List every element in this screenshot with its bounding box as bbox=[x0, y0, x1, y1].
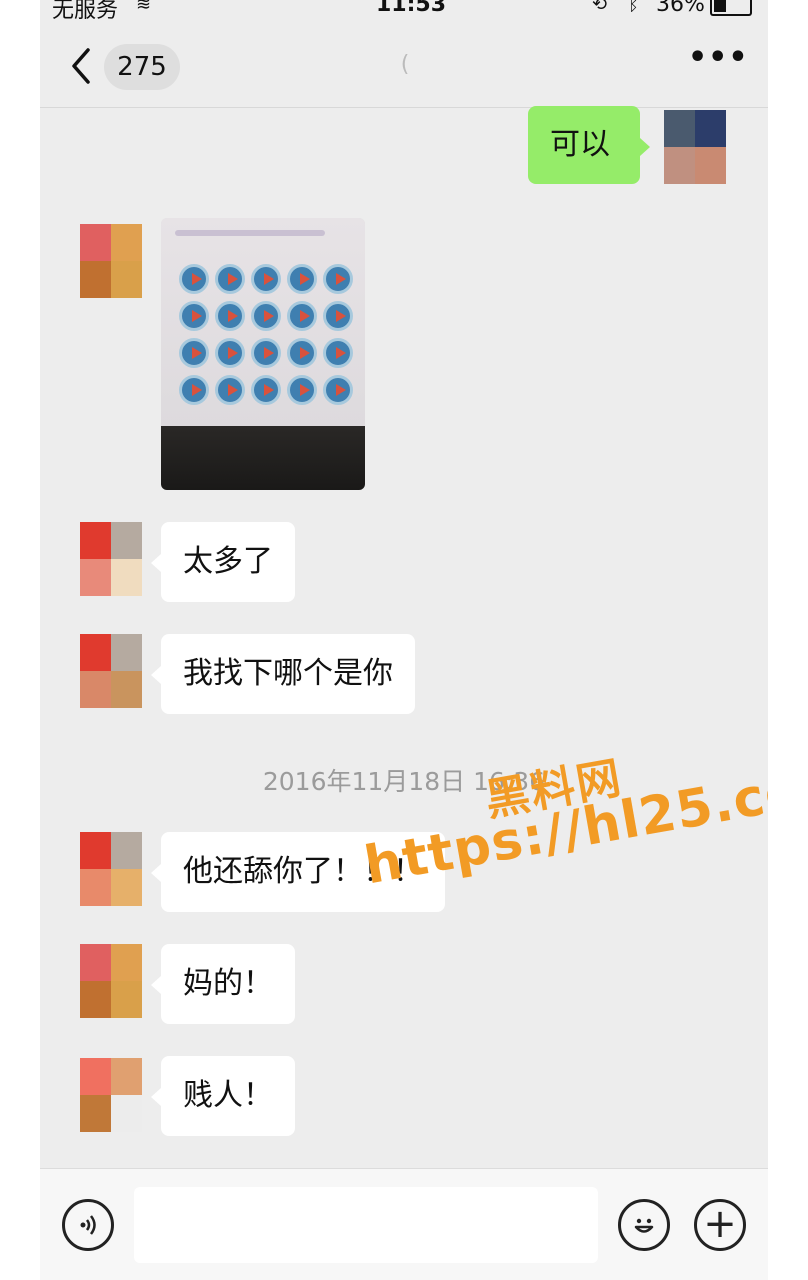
voice-icon bbox=[80, 1215, 96, 1235]
contact-avatar[interactable] bbox=[80, 224, 142, 298]
video-thumbnail-grid bbox=[179, 264, 359, 412]
play-icon bbox=[179, 264, 209, 294]
play-icon bbox=[215, 264, 245, 294]
message-bubble-other[interactable]: 他还舔你了！！！ bbox=[151, 832, 445, 912]
play-icon bbox=[251, 301, 281, 331]
message-bubble-other[interactable]: 妈的！ bbox=[151, 944, 295, 1024]
play-icon bbox=[179, 301, 209, 331]
unread-count-badge[interactable]: 275 bbox=[104, 44, 180, 90]
play-icon bbox=[215, 375, 245, 405]
play-icon bbox=[179, 338, 209, 368]
carrier-label: 无服务 bbox=[52, 0, 119, 23]
rotation-lock-icon: ⟲ bbox=[592, 0, 608, 15]
contact-avatar[interactable] bbox=[80, 944, 142, 1018]
input-bar: + bbox=[40, 1168, 768, 1280]
contact-avatar[interactable] bbox=[80, 1058, 142, 1132]
wifi-icon: ≋ bbox=[136, 0, 152, 15]
contact-avatar[interactable] bbox=[80, 634, 142, 708]
my-avatar[interactable] bbox=[664, 110, 726, 184]
image-toolbar-line bbox=[175, 230, 325, 236]
battery-fill bbox=[714, 0, 726, 12]
play-icon bbox=[215, 301, 245, 331]
bluetooth-icon: ᛒ bbox=[628, 0, 639, 15]
back-button[interactable] bbox=[66, 44, 106, 88]
play-icon bbox=[323, 301, 353, 331]
message-input[interactable] bbox=[134, 1187, 598, 1263]
chevron-left-icon bbox=[72, 48, 90, 84]
contact-avatar[interactable] bbox=[80, 522, 142, 596]
message-timestamp: 2016年11月18日 16:36 bbox=[262, 767, 546, 796]
nav-bar: 275 ( ••• bbox=[40, 22, 768, 108]
status-bar: 无服务 ≋ 11:53 ⟲ ᛒ 36% bbox=[40, 0, 768, 23]
play-icon bbox=[287, 338, 317, 368]
play-icon bbox=[323, 338, 353, 368]
play-icon bbox=[323, 264, 353, 294]
message-bubble-mine[interactable]: 可以 bbox=[528, 106, 650, 184]
message-bubble-other[interactable]: 贱人！ bbox=[151, 1056, 295, 1136]
voice-input-button[interactable] bbox=[62, 1199, 114, 1251]
clock-time: 11:53 bbox=[376, 0, 447, 17]
contact-avatar[interactable] bbox=[80, 832, 142, 906]
chat-title: ( bbox=[400, 52, 410, 77]
play-icon bbox=[323, 375, 353, 405]
chat-screen: 无服务 ≋ 11:53 ⟲ ᛒ 36% 275 ( ••• 可以 太多了 我找下… bbox=[40, 0, 768, 1280]
message-bubble-other[interactable]: 太多了 bbox=[151, 522, 295, 602]
message-bubble-other[interactable]: 我找下哪个是你 bbox=[151, 634, 415, 714]
play-icon bbox=[287, 264, 317, 294]
play-icon bbox=[287, 375, 317, 405]
play-icon bbox=[287, 301, 317, 331]
plus-button[interactable]: + bbox=[694, 1199, 746, 1251]
play-icon bbox=[251, 338, 281, 368]
emoji-icon bbox=[634, 1218, 654, 1233]
emoji-button[interactable] bbox=[618, 1199, 670, 1251]
play-icon bbox=[251, 375, 281, 405]
play-icon bbox=[179, 375, 209, 405]
battery-percent: 36% bbox=[656, 0, 705, 17]
image-message[interactable] bbox=[161, 218, 365, 490]
play-icon bbox=[215, 338, 245, 368]
play-icon bbox=[251, 264, 281, 294]
image-keyboard-area bbox=[161, 426, 365, 490]
battery-icon bbox=[710, 0, 752, 16]
more-options-button[interactable]: ••• bbox=[688, 43, 748, 82]
